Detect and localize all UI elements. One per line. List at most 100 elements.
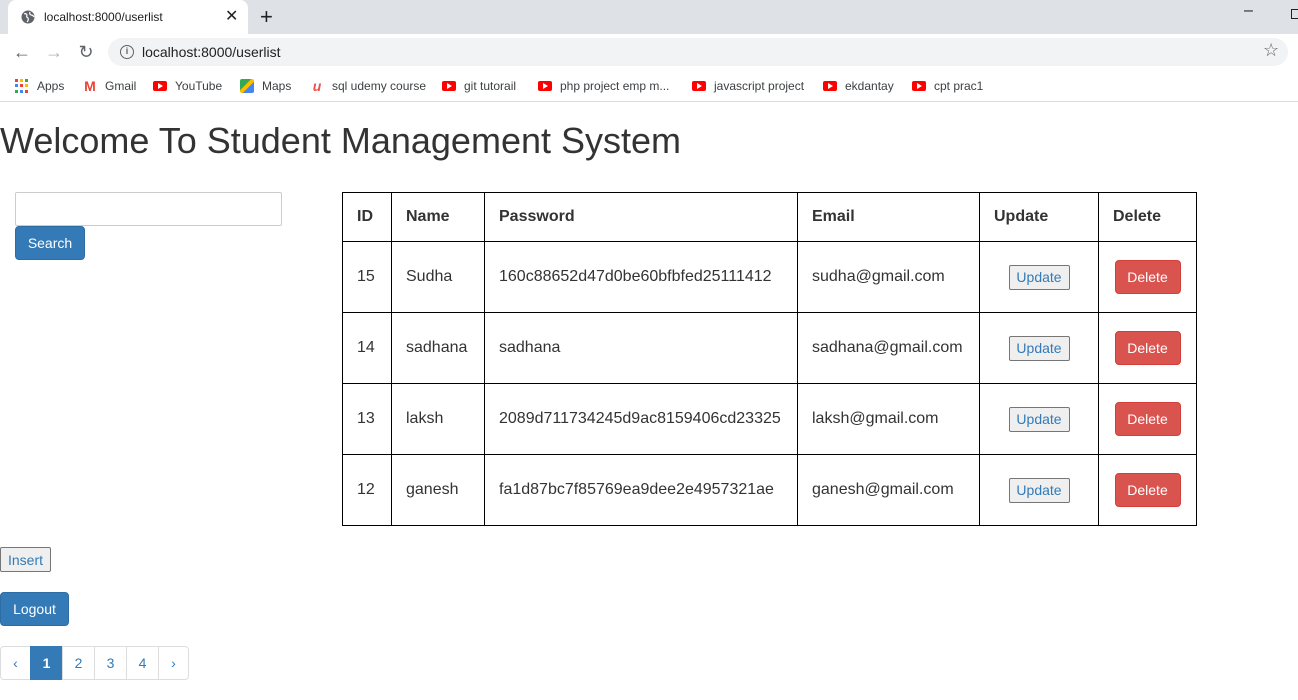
pagination: ‹ 1 2 3 4 › [0,646,189,680]
globe-icon [21,10,35,24]
update-button[interactable]: Update [1008,406,1070,432]
search-button[interactable]: Search [15,226,85,260]
page-title: Welcome To Student Management System [0,120,682,161]
header-name: Name [391,192,485,242]
bookmark-label: sql udemy course [332,79,427,93]
minimize-icon[interactable]: – [1244,2,1253,20]
bookmark-javascript[interactable]: javascript project [692,77,804,95]
apps-icon [15,79,29,93]
bookmarks-bar: Apps M Gmail YouTube Maps u sql udemy co… [0,70,1298,102]
cell-name: ganesh [391,454,485,526]
cell-password: sadhana [484,312,798,384]
table-row: 12 ganesh fa1d87bc7f85769ea9dee2e4957321… [342,454,1197,526]
update-button[interactable]: Update [1008,264,1070,290]
cell-delete: Delete [1098,241,1197,313]
cell-update: Update [979,383,1099,455]
cell-update: Update [979,312,1099,384]
cell-name: sadhana [391,312,485,384]
youtube-icon [912,81,926,91]
pagination-page-3[interactable]: 3 [94,646,127,680]
browser-toolbar: ← → ↻ i localhost:8000/userlist ☆ [0,34,1298,70]
cell-password: 2089d711734245d9ac8159406cd23325 [484,383,798,455]
bookmark-sql-udemy[interactable]: u sql udemy course [310,77,426,95]
new-tab-icon[interactable]: + [260,3,273,31]
header-delete: Delete [1098,192,1197,242]
cell-email: sadhana@gmail.com [797,312,980,384]
pagination-page-2[interactable]: 2 [62,646,95,680]
reload-icon[interactable]: ↻ [74,40,98,64]
delete-button[interactable]: Delete [1114,402,1181,436]
table-header-row: ID Name Password Email Update Delete [342,192,1197,242]
delete-button[interactable]: Delete [1114,473,1181,507]
bookmark-label: YouTube [175,79,223,93]
pagination-page-1[interactable]: 1 [30,646,63,680]
header-email: Email [797,192,980,242]
bookmark-label: ekdantay [845,79,894,93]
youtube-icon [823,81,837,91]
address-bar[interactable]: i localhost:8000/userlist ☆ [108,38,1288,66]
cell-password: fa1d87bc7f85769ea9dee2e4957321ae [484,454,798,526]
bookmark-label: javascript project [714,79,805,93]
cell-password: 160c88652d47d0be60bfbfed25111412 [484,241,798,313]
bookmark-label: Maps [262,79,292,93]
cell-id: 12 [342,454,392,526]
udemy-icon: u [312,78,322,94]
cell-delete: Delete [1098,383,1197,455]
back-icon[interactable]: ← [10,40,34,64]
table-row: 15 Sudha 160c88652d47d0be60bfbfed2511141… [342,241,1197,313]
update-button[interactable]: Update [1008,335,1070,361]
site-info-icon[interactable]: i [120,45,134,59]
delete-button[interactable]: Delete [1114,331,1181,365]
maps-icon [240,79,254,93]
cell-email: ganesh@gmail.com [797,454,980,526]
youtube-icon [153,81,167,91]
cell-email: sudha@gmail.com [797,241,980,313]
update-button[interactable]: Update [1008,477,1070,503]
cell-update: Update [979,241,1099,313]
forward-icon[interactable]: → [42,40,66,64]
cell-name: Sudha [391,241,485,313]
bookmark-php-project[interactable]: php project emp m... [538,77,669,95]
search-input[interactable] [15,192,282,226]
bookmark-cpt[interactable]: cpt prac1 [912,77,983,95]
bookmark-label: Gmail [105,79,137,93]
insert-button[interactable]: Insert [0,547,51,572]
bookmark-youtube[interactable]: YouTube [153,77,222,95]
tab-title: localhost:8000/userlist [44,10,163,24]
bookmark-git[interactable]: git tutorail [442,77,516,95]
close-tab-icon[interactable]: ✕ [225,7,238,27]
browser-tabstrip: localhost:8000/userlist ✕ + – [0,0,1298,34]
cell-email: laksh@gmail.com [797,383,980,455]
bookmark-label: git tutorail [464,79,517,93]
cell-id: 14 [342,312,392,384]
bookmark-maps[interactable]: Maps [240,77,291,95]
logout-button[interactable]: Logout [0,592,69,626]
bookmark-label: cpt prac1 [934,79,984,93]
maximize-icon[interactable] [1291,9,1298,19]
gmail-icon: M [84,78,96,94]
cell-delete: Delete [1098,312,1197,384]
cell-id: 15 [342,241,392,313]
cell-delete: Delete [1098,454,1197,526]
user-table: ID Name Password Email Update Delete 15 … [342,192,1197,526]
youtube-icon [442,81,456,91]
bookmark-ekdantay[interactable]: ekdantay [823,77,894,95]
pagination-next[interactable]: › [158,646,189,680]
delete-button[interactable]: Delete [1114,260,1181,294]
header-password: Password [484,192,798,242]
bookmark-label: Apps [37,79,65,93]
table-row: 13 laksh 2089d711734245d9ac8159406cd2332… [342,383,1197,455]
cell-update: Update [979,454,1099,526]
header-id: ID [342,192,392,242]
bookmark-label: php project emp m... [560,79,670,93]
bookmark-star-icon[interactable]: ☆ [1263,40,1279,61]
youtube-icon [692,81,706,91]
cell-name: laksh [391,383,485,455]
url-text: localhost:8000/userlist [142,44,281,60]
pagination-prev[interactable]: ‹ [0,646,31,680]
bookmark-apps[interactable]: Apps [15,77,64,95]
bookmark-gmail[interactable]: M Gmail [83,77,136,95]
youtube-icon [538,81,552,91]
browser-tab[interactable]: localhost:8000/userlist ✕ [8,0,248,34]
pagination-page-4[interactable]: 4 [126,646,159,680]
